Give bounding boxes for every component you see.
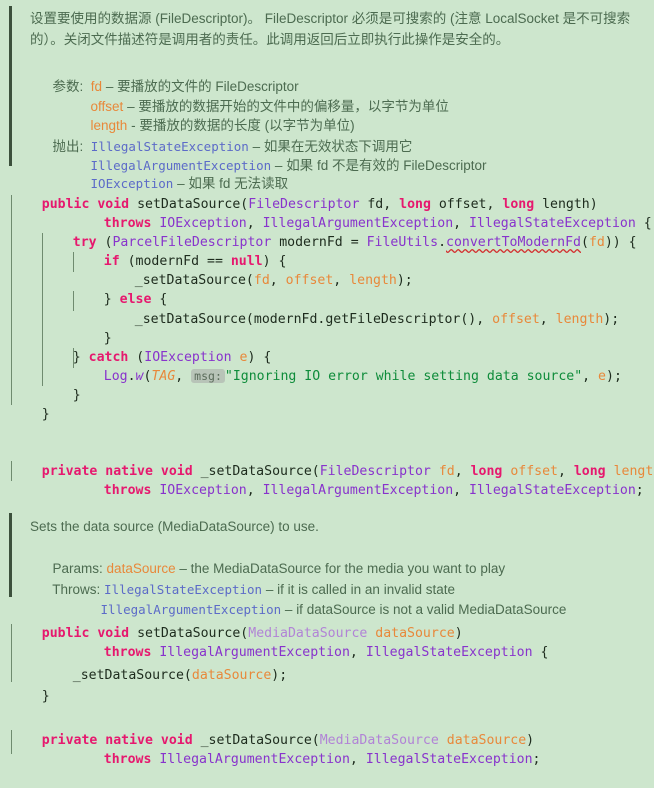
code-line-throws-3[interactable]: throws IllegalArgumentException, Illegal… [10,624,654,660]
brace-close-method-1: } [41,407,50,422]
kw-throws-4: throws [103,752,152,767]
comma-16: , [349,752,366,767]
code-line-try-with-resources[interactable]: try (ParcelFileDescriptor modernFd = Fil… [10,214,654,250]
code-line-log-w[interactable]: Log.w(TAG, msg: "Ignoring IO error while … [10,348,654,384]
code-line-call-setdatasource-3[interactable]: _setDataSource(dataSource); [10,647,654,683]
code-line-close-catch[interactable]: } [10,367,654,403]
kw-throws-2: throws [103,483,152,498]
code-editor-pane[interactable]: 设置要使用的数据源 (FileDescriptor)。 FileDescript… [0,0,654,767]
javadoc-gutter-bar-2 [9,513,12,597]
code-line-catch[interactable]: } catch (IOException e) { [10,329,654,365]
semicolon-1: ; [635,483,644,498]
exception-illegalstate-4[interactable]: IllegalStateException [366,752,533,767]
comma-13: , [246,483,263,498]
code-line-call-setdatasource-2[interactable]: _setDataSource(modernFd.getFileDescripto… [10,291,654,327]
code-line-sig-setdatasource-mds[interactable]: public void setDataSource(MediaDataSourc… [10,605,654,641]
code-line-if-modernfd-null[interactable]: if (modernFd == null) { [10,233,654,269]
code-line-else[interactable]: } else { [10,271,654,307]
code-line-close-else[interactable]: } [10,310,654,346]
javadoc-summary-text-1: 设置要使用的数据源 (FileDescriptor)。 FileDescript… [30,11,631,26]
code-line-sig-native-setdatasource-mds[interactable]: private native void _setDataSource(Media… [10,712,654,748]
code-line-close-method-3[interactable]: } [10,668,654,704]
semicolon-2: ; [532,752,541,767]
brace-close-method-3: } [41,689,50,704]
javadoc-summary-line-2: 的）。关闭文件描述符是调用者的责任。此调用返回后立即执行此操作是安全的。 [30,29,509,50]
exception-illegalargument-4[interactable]: IllegalArgumentException [159,752,350,767]
code-line-call-setdatasource-1[interactable]: _setDataSource(fd, offset, length); [10,252,654,288]
code-line-sig-native-setdatasource-fd[interactable]: private native void _setDataSource(FileD… [10,443,654,479]
code-line-sig-setdatasource-fd[interactable]: public void setDataSource(FileDescriptor… [10,176,654,212]
exception-illegalargument-2[interactable]: IllegalArgumentException [263,483,454,498]
comma-14: , [453,483,470,498]
exception-illegalstate-2[interactable]: IllegalStateException [469,483,636,498]
javadoc-gutter-bar [9,6,12,166]
javadoc-summary-text-2a: Sets the data source (MediaDataSource) t… [30,519,319,534]
code-line-throws-2[interactable]: throws IOException, IllegalArgumentExcep… [10,462,654,498]
javadoc-throws-desc-1: 如果 fd 不是有效的 FileDescriptor [286,158,487,173]
javadoc-summary-text-2: 的）。关闭文件描述符是调用者的责任。此调用返回后立即执行此操作是安全的。 [30,32,510,47]
code-line-close-method-1[interactable]: } [10,386,654,422]
code-line-throws-4[interactable]: throws IllegalArgumentException, Illegal… [10,731,654,767]
code-line-throws-1[interactable]: throws IOException, IllegalArgumentExcep… [10,195,654,231]
javadoc-summary-line-1: 设置要使用的数据源 (FileDescriptor)。 FileDescript… [30,8,630,29]
exception-ioexception-2[interactable]: IOException [159,483,246,498]
javadoc-summary-line-2a: Sets the data source (MediaDataSource) t… [30,516,319,537]
